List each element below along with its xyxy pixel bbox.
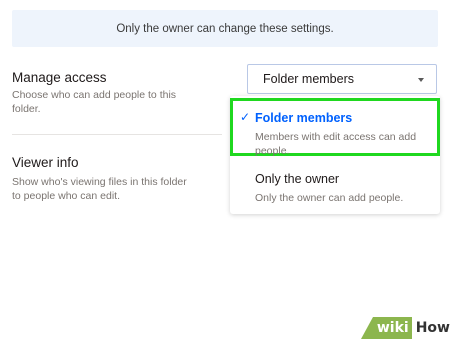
select-value: Folder members <box>263 72 354 86</box>
notice-text: Only the owner can change these settings… <box>116 22 334 35</box>
owner-only-notice: Only the owner can change these settings… <box>12 10 438 47</box>
manage-access-description: Choose who can add people to this folder… <box>12 89 177 115</box>
option-description: Only the owner can add people. <box>255 192 404 204</box>
manage-access-dropdown: ✓ Folder members Members with edit acces… <box>230 96 440 214</box>
checkmark-icon: ✓ <box>240 110 251 124</box>
viewer-info-description: Show who's viewing files in this folder … <box>12 176 187 202</box>
option-label: Only the owner <box>255 172 340 186</box>
manage-access-title: Manage access <box>12 70 107 85</box>
manage-access-select[interactable]: Folder members <box>247 64 437 94</box>
option-only-the-owner[interactable]: Only the owner Only the owner can add pe… <box>230 166 440 210</box>
viewer-info-title: Viewer info <box>12 155 79 170</box>
option-label: Folder members <box>255 111 353 125</box>
watermark-how: How <box>411 317 454 339</box>
watermark-wiki: wiki <box>360 317 412 339</box>
section-divider <box>12 134 222 135</box>
option-description: Members with edit access can add people. <box>255 131 417 157</box>
option-folder-members[interactable]: ✓ Folder members Members with edit acces… <box>230 98 440 157</box>
chevron-down-icon <box>418 78 424 82</box>
wikihow-watermark: wiki How <box>360 317 454 339</box>
